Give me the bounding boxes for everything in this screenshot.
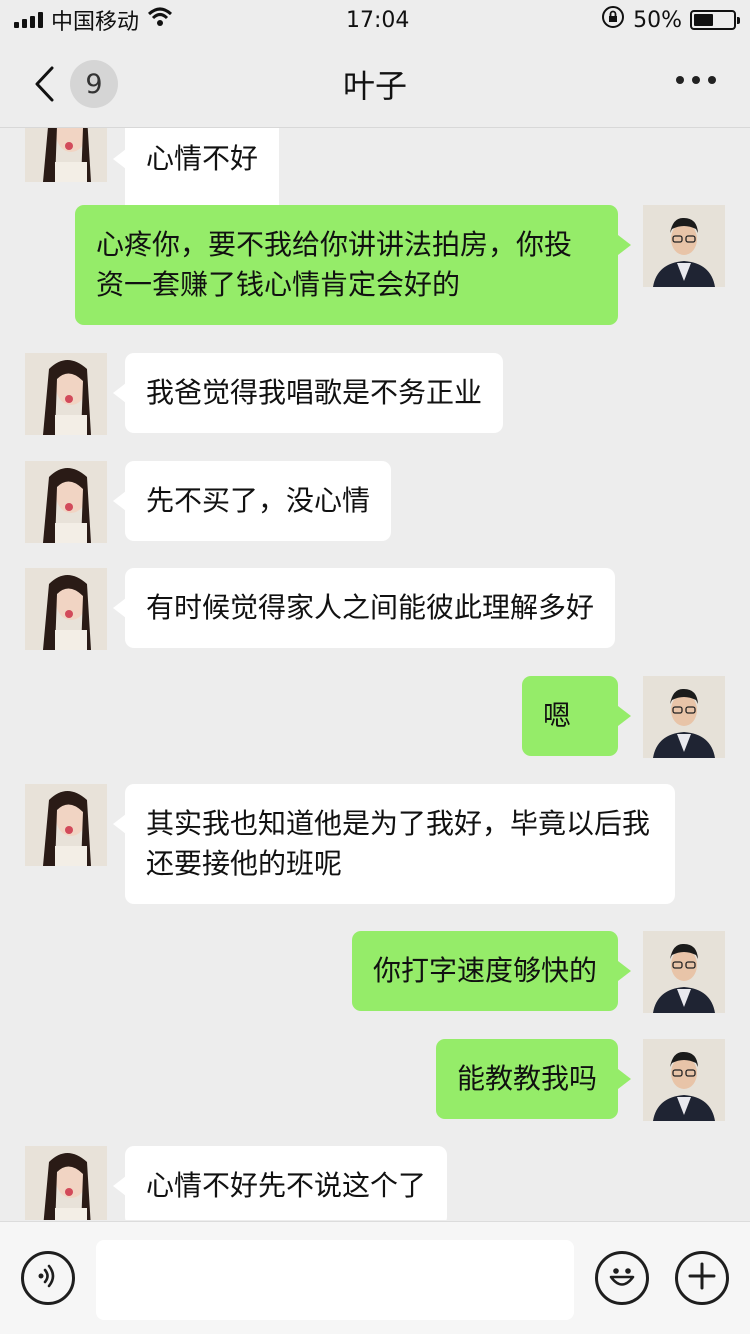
message-text: 心情不好 <box>146 142 259 175</box>
emoji-icon <box>602 1256 642 1300</box>
add-button[interactable] <box>675 1251 729 1305</box>
message-text: 心疼你，要不我给你讲讲法拍房，你投 资一套赚了钱心情肯定会好的 <box>96 228 573 301</box>
contact-avatar[interactable] <box>25 568 107 650</box>
message-bubble[interactable]: 心疼你，要不我给你讲讲法拍房，你投 资一套赚了钱心情肯定会好的 <box>75 205 631 325</box>
message-text: 心情不好先不说这个了 <box>146 1169 427 1202</box>
contact-avatar[interactable] <box>25 1146 107 1220</box>
message-text: 我爸觉得我唱歌是不务正业 <box>146 376 483 409</box>
contact-avatar[interactable] <box>25 128 107 182</box>
message-text: 先不买了，没心情 <box>146 484 371 517</box>
message-input[interactable] <box>96 1240 574 1320</box>
my-avatar[interactable] <box>643 205 725 287</box>
message-text: 你打字速度够快的 <box>373 954 598 987</box>
voice-button[interactable] <box>21 1251 75 1305</box>
message-bubble[interactable]: 先不买了，没心情 <box>112 461 392 541</box>
my-avatar[interactable] <box>643 676 725 758</box>
chevron-left-icon <box>24 58 64 110</box>
message-text: 其实我也知道他是为了我好，毕竟以后我 还要接他的班呢 <box>146 807 651 880</box>
chat-messages[interactable]: 心情不好 心疼你，要不我给你讲讲法拍房，你投 资一套赚了钱心情肯定会好的 我爸觉… <box>0 128 750 1220</box>
message-bubble[interactable]: 嗯 <box>522 676 631 756</box>
nav-bar: 9 叶子 <box>0 40 750 128</box>
unread-badge: 9 <box>70 60 118 108</box>
wifi-icon <box>147 7 173 33</box>
message-text: 有时候觉得家人之间能彼此理解多好 <box>146 591 595 624</box>
battery-percent: 50% <box>633 7 682 33</box>
my-avatar[interactable] <box>643 1039 725 1121</box>
message-bubble[interactable]: 你打字速度够快的 <box>352 931 631 1011</box>
carrier-label: 中国移动 <box>51 10 140 35</box>
chat-title: 叶子 <box>342 66 407 105</box>
plus-icon <box>686 1260 718 1296</box>
status-time: 17:04 <box>346 7 410 33</box>
signal-icon <box>14 12 43 28</box>
message-text: 嗯 <box>543 699 572 732</box>
message-bubble[interactable]: 我爸觉得我唱歌是不务正业 <box>112 353 504 433</box>
status-bar: 中国移动 17:04 50% <box>0 0 750 40</box>
message-text: 能教教我吗 <box>457 1062 598 1095</box>
my-avatar[interactable] <box>643 931 725 1013</box>
back-button[interactable]: 9 <box>24 58 118 110</box>
battery-icon <box>690 10 740 30</box>
input-bar <box>0 1221 750 1334</box>
message-bubble[interactable]: 其实我也知道他是为了我好，毕竟以后我 还要接他的班呢 <box>113 784 675 904</box>
more-icon[interactable] <box>676 76 716 84</box>
emoji-button[interactable] <box>595 1251 649 1305</box>
contact-avatar[interactable] <box>25 784 107 866</box>
message-row: 心情不好 <box>0 128 750 222</box>
message-bubble[interactable]: 有时候觉得家人之间能彼此理解多好 <box>112 568 616 648</box>
voice-icon <box>33 1261 63 1295</box>
contact-avatar[interactable] <box>25 461 107 543</box>
contact-avatar[interactable] <box>25 353 107 435</box>
message-bubble[interactable]: 心情不好先不说这个了 <box>112 1146 448 1220</box>
rotation-lock-icon <box>601 5 625 35</box>
message-bubble[interactable]: 能教教我吗 <box>436 1039 631 1119</box>
